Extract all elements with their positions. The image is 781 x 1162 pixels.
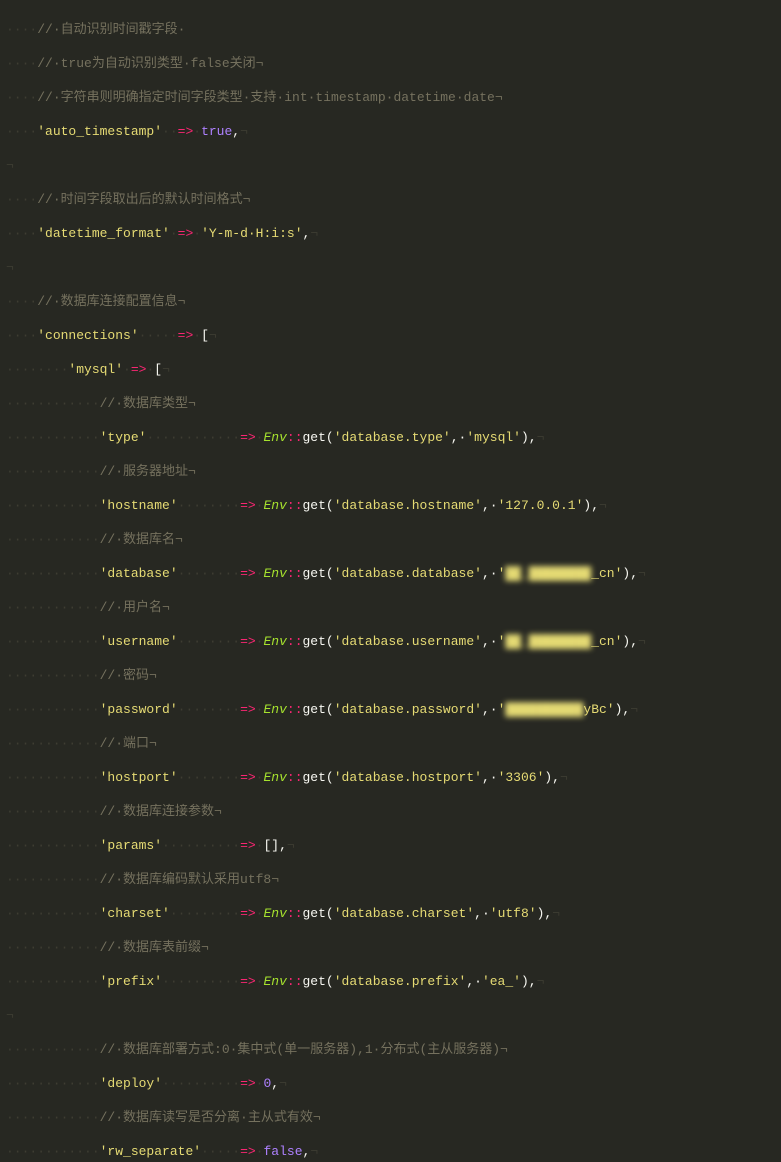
code-line: ············'type'············=>·Env::ge… xyxy=(0,429,781,446)
whitespace: ···· xyxy=(6,22,37,37)
code-line: ¬ xyxy=(0,259,781,276)
code-line: ············'password'········=>·Env::ge… xyxy=(0,701,781,718)
code-line: ············'params'··········=>·[],¬ xyxy=(0,837,781,854)
redacted-text: ██_████████ xyxy=(505,566,591,581)
code-line: ····//·字符串则明确指定时间字段类型·支持·int·timestamp·d… xyxy=(0,89,781,106)
array-key: 'rw_separate' xyxy=(100,1144,201,1159)
number-literal: 0 xyxy=(263,1076,271,1091)
code-line: ············'charset'·········=>·Env::ge… xyxy=(0,905,781,922)
bracket-open: [ xyxy=(201,328,209,343)
code-line: ····'connections'·····=>·[¬ xyxy=(0,327,781,344)
code-line: ¬ xyxy=(0,157,781,174)
array-key: 'database' xyxy=(100,566,178,581)
code-line: ····//·数据库连接配置信息¬ xyxy=(0,293,781,310)
code-line: ············'hostname'········=>·Env::ge… xyxy=(0,497,781,514)
array-key: 'charset' xyxy=(100,906,170,921)
bool-literal: false xyxy=(263,1144,302,1159)
code-line: ····'auto_timestamp'··=>·true,¬ xyxy=(0,123,781,140)
array-key: 'datetime_format' xyxy=(37,226,170,241)
code-line: ············'deploy'··········=>·0,¬ xyxy=(0,1075,781,1092)
code-line: ············//·数据库编码默认采用utf8¬ xyxy=(0,871,781,888)
code-line: ············'prefix'··········=>·Env::ge… xyxy=(0,973,781,990)
array-key: 'params' xyxy=(100,838,162,853)
array-key: 'connections' xyxy=(37,328,138,343)
bool-literal: true xyxy=(201,124,232,139)
code-editor[interactable]: ····//·自动识别时间戳字段· ····//·true为自动识别类型·fal… xyxy=(0,0,781,1162)
code-line: ············//·数据库名¬ xyxy=(0,531,781,548)
array-key: 'type' xyxy=(100,430,147,445)
static-operator: :: xyxy=(287,430,303,445)
code-line: ············'rw_separate'·····=>·false,¬ xyxy=(0,1143,781,1160)
code-line: ············//·数据库部署方式:0·集中式(单一服务器),1·分布… xyxy=(0,1041,781,1058)
code-line: ············//·数据库连接参数¬ xyxy=(0,803,781,820)
comment: //·自动识别时间戳字段· xyxy=(37,22,185,37)
array-key: 'password' xyxy=(100,702,178,717)
code-line: ············//·用户名¬ xyxy=(0,599,781,616)
class-name: Env xyxy=(263,430,286,445)
code-line: ········'mysql'·=>·[¬ xyxy=(0,361,781,378)
code-line: ············//·数据库类型¬ xyxy=(0,395,781,412)
code-line: ············'hostport'········=>·Env::ge… xyxy=(0,769,781,786)
code-line: ····//·自动识别时间戳字段· xyxy=(0,21,781,38)
empty-array: [] xyxy=(263,838,279,853)
code-line: ············//·数据库读写是否分离·主从式有效¬ xyxy=(0,1109,781,1126)
string-literal: 'Y-m-d·H:i:s' xyxy=(201,226,302,241)
code-line: ····//·时间字段取出后的默认时间格式¬ xyxy=(0,191,781,208)
code-line: ············'username'········=>·Env::ge… xyxy=(0,633,781,650)
code-line: ····//·true为自动识别类型·false关闭¬ xyxy=(0,55,781,72)
array-key: 'deploy' xyxy=(100,1076,162,1091)
code-line: ············//·密码¬ xyxy=(0,667,781,684)
redacted-text: ██████████ xyxy=(505,702,583,717)
array-key: 'hostname' xyxy=(100,498,178,513)
array-key: 'prefix' xyxy=(100,974,162,989)
array-key: 'auto_timestamp' xyxy=(37,124,162,139)
arrow-operator: => xyxy=(178,124,194,139)
redacted-text: ██_████████ xyxy=(505,634,591,649)
code-line: ············//·端口¬ xyxy=(0,735,781,752)
code-line: ············//·服务器地址¬ xyxy=(0,463,781,480)
code-line: ····'datetime_format'·=>·'Y-m-d·H:i:s',¬ xyxy=(0,225,781,242)
array-key: 'mysql' xyxy=(68,362,123,377)
code-line: ¬ xyxy=(0,1007,781,1024)
code-line: ············//·数据库表前缀¬ xyxy=(0,939,781,956)
array-key: 'username' xyxy=(100,634,178,649)
code-line: ············'database'········=>·Env::ge… xyxy=(0,565,781,582)
array-key: 'hostport' xyxy=(100,770,178,785)
